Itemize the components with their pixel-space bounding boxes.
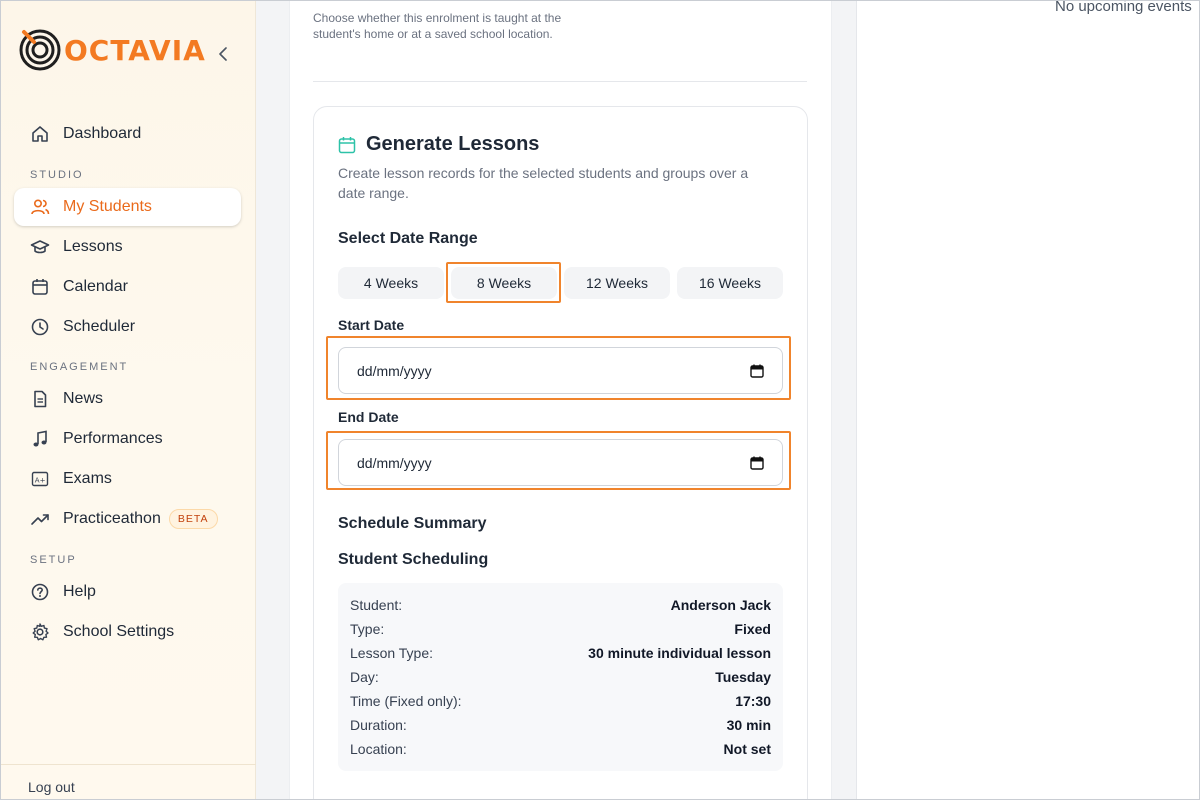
sidebar-item-my-students[interactable]: My Students [14, 188, 241, 226]
logout-link[interactable]: Log out [28, 779, 75, 795]
sidebar: OCTAVIA Dashboard STUDIO My Students Les… [0, 0, 256, 800]
sidebar-item-school-settings[interactable]: School Settings [14, 613, 241, 651]
summary-value: Fixed [734, 621, 771, 637]
summary-row-student: Student: Anderson Jack [350, 595, 771, 615]
start-date-label: Start Date [338, 317, 405, 333]
summary-value: Anderson Jack [670, 597, 771, 613]
sidebar-item-lessons[interactable]: Lessons [14, 228, 241, 266]
sidebar-item-label: Help [63, 583, 96, 600]
clock-icon [30, 317, 50, 337]
calendar-picker-icon[interactable] [750, 456, 764, 470]
summary-value: 17:30 [735, 693, 771, 709]
summary-row-type: Type: Fixed [350, 619, 771, 639]
sidebar-item-label: Scheduler [63, 318, 136, 335]
collapse-sidebar-button[interactable] [214, 44, 232, 64]
range-8-weeks-button[interactable]: 8 Weeks [451, 267, 557, 299]
section-setup: SETUP [30, 554, 77, 566]
summary-key: Day: [350, 669, 379, 685]
generate-lessons-heading: Generate Lessons [338, 133, 539, 156]
calendar-icon [30, 277, 50, 297]
summary-key: Student: [350, 597, 403, 613]
summary-value: Tuesday [715, 669, 771, 685]
octavia-logo-icon [19, 29, 61, 71]
users-icon [30, 197, 50, 217]
summary-value: Not set [723, 741, 771, 757]
end-date-value: dd/mm/yyyy [357, 454, 432, 471]
end-date-label: End Date [338, 409, 399, 425]
octavia-logo[interactable]: OCTAVIA [18, 28, 206, 72]
select-date-range-label: Select Date Range [338, 230, 478, 247]
sidebar-item-label: Lessons [63, 238, 123, 255]
start-date-value: dd/mm/yyyy [357, 362, 432, 379]
range-16-weeks-button[interactable]: 16 Weeks [677, 267, 783, 299]
sidebar-item-exams[interactable]: A+ Exams [14, 460, 241, 498]
sidebar-item-label: Dashboard [63, 125, 142, 142]
no-upcoming-events-text: No upcoming events [1055, 0, 1192, 15]
brand-name: OCTAVIA [64, 33, 206, 67]
location-help-text: Choose whether this enrolment is taught … [313, 11, 562, 41]
sidebar-item-label: School Settings [63, 623, 175, 640]
sidebar-item-calendar[interactable]: Calendar [14, 268, 241, 306]
range-4-weeks-button[interactable]: 4 Weeks [338, 267, 444, 299]
exam-grade-icon: A+ [30, 469, 50, 489]
student-scheduling-heading: Student Scheduling [338, 551, 489, 568]
summary-key: Location: [350, 741, 407, 757]
sidebar-divider [0, 764, 256, 765]
summary-row-location: Location: Not set [350, 739, 771, 759]
divider [313, 81, 807, 82]
sidebar-item-performances[interactable]: Performances [14, 420, 241, 458]
sidebar-item-help[interactable]: Help [14, 573, 241, 611]
svg-text:A+: A+ [35, 477, 46, 485]
home-icon [30, 124, 50, 144]
sidebar-item-label: Practiceathon [63, 510, 161, 527]
range-12-weeks-button[interactable]: 12 Weeks [564, 267, 670, 299]
sidebar-item-label: My Students [63, 198, 152, 215]
music-note-icon [30, 429, 50, 449]
sidebar-item-practiceathon[interactable]: Practiceathon BETA [14, 500, 241, 538]
summary-key: Time (Fixed only): [350, 693, 462, 709]
calendar-icon [338, 136, 356, 153]
summary-value: 30 minute individual lesson [588, 645, 771, 661]
sidebar-item-news[interactable]: News [14, 380, 241, 418]
schedule-summary-heading: Schedule Summary [338, 515, 487, 532]
graduation-cap-icon [30, 237, 50, 257]
chevron-left-icon [219, 47, 227, 61]
sidebar-item-label: News [63, 390, 104, 407]
summary-row-duration: Duration: 30 min [350, 715, 771, 735]
start-date-input[interactable]: dd/mm/yyyy [338, 347, 783, 394]
gear-icon [30, 622, 50, 642]
summary-key: Duration: [350, 717, 407, 733]
summary-key: Type: [350, 621, 385, 637]
end-date-input[interactable]: dd/mm/yyyy [338, 439, 783, 486]
section-studio: STUDIO [30, 169, 84, 181]
generate-lessons-description: Create lesson records for the selected s… [338, 165, 749, 201]
calendar-picker-icon[interactable] [750, 364, 764, 378]
sidebar-item-scheduler[interactable]: Scheduler [14, 308, 241, 346]
trending-up-icon [30, 509, 50, 529]
summary-row-lesson-type: Lesson Type: 30 minute individual lesson [350, 643, 771, 663]
summary-row-day: Day: Tuesday [350, 667, 771, 687]
summary-key: Lesson Type: [350, 645, 434, 661]
help-circle-icon [30, 582, 50, 602]
summary-value: 30 min [726, 717, 771, 733]
document-icon [30, 389, 50, 409]
sidebar-item-label: Exams [63, 470, 112, 487]
sidebar-item-label: Performances [63, 430, 163, 447]
generate-lessons-title: Generate Lessons [366, 133, 540, 155]
sidebar-item-dashboard[interactable]: Dashboard [14, 115, 241, 153]
section-engagement: ENGAGEMENT [30, 361, 129, 373]
events-panel [856, 0, 1200, 800]
summary-row-time: Time (Fixed only): 17:30 [350, 691, 771, 711]
sidebar-item-label: Calendar [63, 278, 128, 295]
beta-badge: BETA [168, 509, 218, 529]
